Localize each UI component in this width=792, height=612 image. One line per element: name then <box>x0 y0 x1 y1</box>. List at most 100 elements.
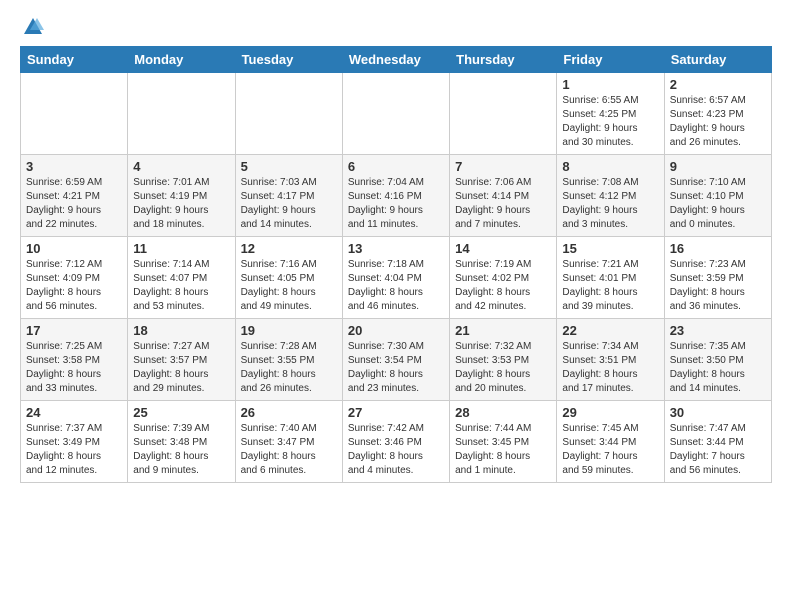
calendar-week-row: 3 Sunrise: 6:59 AM Sunset: 4:21 PM Daylig… <box>21 155 772 237</box>
day-number: 1 <box>562 77 658 92</box>
day-info: Sunrise: 7:12 AM Sunset: 4:09 PM Dayligh… <box>26 258 122 314</box>
calendar-cell <box>450 73 557 155</box>
calendar-cell: 3 Sunrise: 6:59 AM Sunset: 4:21 PM Daylig… <box>21 155 128 237</box>
day-info: Sunrise: 7:34 AM Sunset: 3:51 PM Dayligh… <box>562 340 658 396</box>
day-info: Sunrise: 7:44 AM Sunset: 3:45 PM Dayligh… <box>455 422 551 478</box>
calendar-body: 1Sunrise: 6:55 AM Sunset: 4:25 PM Daylig… <box>21 73 772 483</box>
calendar-header-cell: Sunday <box>21 47 128 73</box>
day-number: 17 <box>26 323 122 338</box>
calendar-cell: 22 Sunrise: 7:34 AM Sunset: 3:51 PM Dayli… <box>557 319 664 401</box>
day-number: 15 <box>562 241 658 256</box>
day-number: 22 <box>562 323 658 338</box>
calendar-cell: 11 Sunrise: 7:14 AM Sunset: 4:07 PM Dayli… <box>128 237 235 319</box>
calendar-cell: 27 Sunrise: 7:42 AM Sunset: 3:46 PM Dayli… <box>342 401 449 483</box>
day-number: 2 <box>670 77 766 92</box>
calendar-cell: 28 Sunrise: 7:44 AM Sunset: 3:45 PM Dayli… <box>450 401 557 483</box>
day-info: Sunrise: 7:16 AM Sunset: 4:05 PM Dayligh… <box>241 258 337 314</box>
calendar-cell: 7Sunrise: 7:06 AM Sunset: 4:14 PM Daylig… <box>450 155 557 237</box>
calendar-cell <box>235 73 342 155</box>
day-info: Sunrise: 7:21 AM Sunset: 4:01 PM Dayligh… <box>562 258 658 314</box>
day-info: Sunrise: 7:03 AM Sunset: 4:17 PM Dayligh… <box>241 176 337 232</box>
day-number: 10 <box>26 241 122 256</box>
day-number: 30 <box>670 405 766 420</box>
header <box>20 16 772 38</box>
day-number: 8 <box>562 159 658 174</box>
day-number: 13 <box>348 241 444 256</box>
day-info: Sunrise: 7:45 AM Sunset: 3:44 PM Dayligh… <box>562 422 658 478</box>
day-info: Sunrise: 7:01 AM Sunset: 4:19 PM Dayligh… <box>133 176 229 232</box>
day-info: Sunrise: 7:04 AM Sunset: 4:16 PM Dayligh… <box>348 176 444 232</box>
calendar-cell: 13 Sunrise: 7:18 AM Sunset: 4:04 PM Dayli… <box>342 237 449 319</box>
day-info: Sunrise: 6:57 AM Sunset: 4:23 PM Dayligh… <box>670 94 766 150</box>
day-number: 27 <box>348 405 444 420</box>
day-info: Sunrise: 7:08 AM Sunset: 4:12 PM Dayligh… <box>562 176 658 232</box>
day-info: Sunrise: 7:23 AM Sunset: 3:59 PM Dayligh… <box>670 258 766 314</box>
day-number: 21 <box>455 323 551 338</box>
calendar-cell: 29 Sunrise: 7:45 AM Sunset: 3:44 PM Dayli… <box>557 401 664 483</box>
calendar-cell: 8 Sunrise: 7:08 AM Sunset: 4:12 PM Daylig… <box>557 155 664 237</box>
calendar-cell: 24 Sunrise: 7:37 AM Sunset: 3:49 PM Dayli… <box>21 401 128 483</box>
calendar-cell: 15 Sunrise: 7:21 AM Sunset: 4:01 PM Dayli… <box>557 237 664 319</box>
calendar-header-cell: Monday <box>128 47 235 73</box>
calendar-week-row: 10 Sunrise: 7:12 AM Sunset: 4:09 PM Dayli… <box>21 237 772 319</box>
day-number: 6 <box>348 159 444 174</box>
calendar: SundayMondayTuesdayWednesdayThursdayFrid… <box>20 46 772 483</box>
calendar-cell: 20 Sunrise: 7:30 AM Sunset: 3:54 PM Dayli… <box>342 319 449 401</box>
calendar-cell: 23 Sunrise: 7:35 AM Sunset: 3:50 PM Dayli… <box>664 319 771 401</box>
calendar-cell <box>128 73 235 155</box>
day-number: 9 <box>670 159 766 174</box>
calendar-week-row: 17 Sunrise: 7:25 AM Sunset: 3:58 PM Dayli… <box>21 319 772 401</box>
day-info: Sunrise: 7:10 AM Sunset: 4:10 PM Dayligh… <box>670 176 766 232</box>
day-info: Sunrise: 7:30 AM Sunset: 3:54 PM Dayligh… <box>348 340 444 396</box>
calendar-cell <box>21 73 128 155</box>
day-info: Sunrise: 7:42 AM Sunset: 3:46 PM Dayligh… <box>348 422 444 478</box>
day-info: Sunrise: 7:47 AM Sunset: 3:44 PM Dayligh… <box>670 422 766 478</box>
calendar-header-row: SundayMondayTuesdayWednesdayThursdayFrid… <box>21 47 772 73</box>
calendar-header-cell: Thursday <box>450 47 557 73</box>
day-info: Sunrise: 7:19 AM Sunset: 4:02 PM Dayligh… <box>455 258 551 314</box>
day-info: Sunrise: 7:25 AM Sunset: 3:58 PM Dayligh… <box>26 340 122 396</box>
calendar-header-cell: Wednesday <box>342 47 449 73</box>
logo-icon <box>22 16 44 38</box>
day-number: 12 <box>241 241 337 256</box>
day-number: 29 <box>562 405 658 420</box>
day-info: Sunrise: 7:27 AM Sunset: 3:57 PM Dayligh… <box>133 340 229 396</box>
day-info: Sunrise: 7:32 AM Sunset: 3:53 PM Dayligh… <box>455 340 551 396</box>
calendar-week-row: 24 Sunrise: 7:37 AM Sunset: 3:49 PM Dayli… <box>21 401 772 483</box>
calendar-header-cell: Tuesday <box>235 47 342 73</box>
calendar-header-cell: Friday <box>557 47 664 73</box>
day-info: Sunrise: 7:39 AM Sunset: 3:48 PM Dayligh… <box>133 422 229 478</box>
calendar-cell: 25 Sunrise: 7:39 AM Sunset: 3:48 PM Dayli… <box>128 401 235 483</box>
day-info: Sunrise: 7:06 AM Sunset: 4:14 PM Dayligh… <box>455 176 551 232</box>
day-info: Sunrise: 7:37 AM Sunset: 3:49 PM Dayligh… <box>26 422 122 478</box>
calendar-cell <box>342 73 449 155</box>
day-number: 3 <box>26 159 122 174</box>
day-number: 19 <box>241 323 337 338</box>
calendar-cell: 18 Sunrise: 7:27 AM Sunset: 3:57 PM Dayli… <box>128 319 235 401</box>
calendar-cell: 10 Sunrise: 7:12 AM Sunset: 4:09 PM Dayli… <box>21 237 128 319</box>
calendar-cell: 17 Sunrise: 7:25 AM Sunset: 3:58 PM Dayli… <box>21 319 128 401</box>
calendar-cell: 19Sunrise: 7:28 AM Sunset: 3:55 PM Dayli… <box>235 319 342 401</box>
calendar-cell: 2 Sunrise: 6:57 AM Sunset: 4:23 PM Daylig… <box>664 73 771 155</box>
day-number: 28 <box>455 405 551 420</box>
calendar-cell: 14 Sunrise: 7:19 AM Sunset: 4:02 PM Dayli… <box>450 237 557 319</box>
day-number: 11 <box>133 241 229 256</box>
day-number: 14 <box>455 241 551 256</box>
calendar-cell: 6 Sunrise: 7:04 AM Sunset: 4:16 PM Daylig… <box>342 155 449 237</box>
calendar-cell: 12 Sunrise: 7:16 AM Sunset: 4:05 PM Dayli… <box>235 237 342 319</box>
calendar-cell: 21 Sunrise: 7:32 AM Sunset: 3:53 PM Dayli… <box>450 319 557 401</box>
calendar-cell: 9 Sunrise: 7:10 AM Sunset: 4:10 PM Daylig… <box>664 155 771 237</box>
day-number: 23 <box>670 323 766 338</box>
calendar-cell: 30 Sunrise: 7:47 AM Sunset: 3:44 PM Dayli… <box>664 401 771 483</box>
day-info: Sunrise: 6:59 AM Sunset: 4:21 PM Dayligh… <box>26 176 122 232</box>
day-info: Sunrise: 7:18 AM Sunset: 4:04 PM Dayligh… <box>348 258 444 314</box>
calendar-header-cell: Saturday <box>664 47 771 73</box>
day-info: Sunrise: 7:40 AM Sunset: 3:47 PM Dayligh… <box>241 422 337 478</box>
day-number: 20 <box>348 323 444 338</box>
day-info: Sunrise: 7:14 AM Sunset: 4:07 PM Dayligh… <box>133 258 229 314</box>
day-number: 18 <box>133 323 229 338</box>
day-number: 4 <box>133 159 229 174</box>
day-number: 24 <box>26 405 122 420</box>
day-info: Sunrise: 7:35 AM Sunset: 3:50 PM Dayligh… <box>670 340 766 396</box>
day-number: 25 <box>133 405 229 420</box>
